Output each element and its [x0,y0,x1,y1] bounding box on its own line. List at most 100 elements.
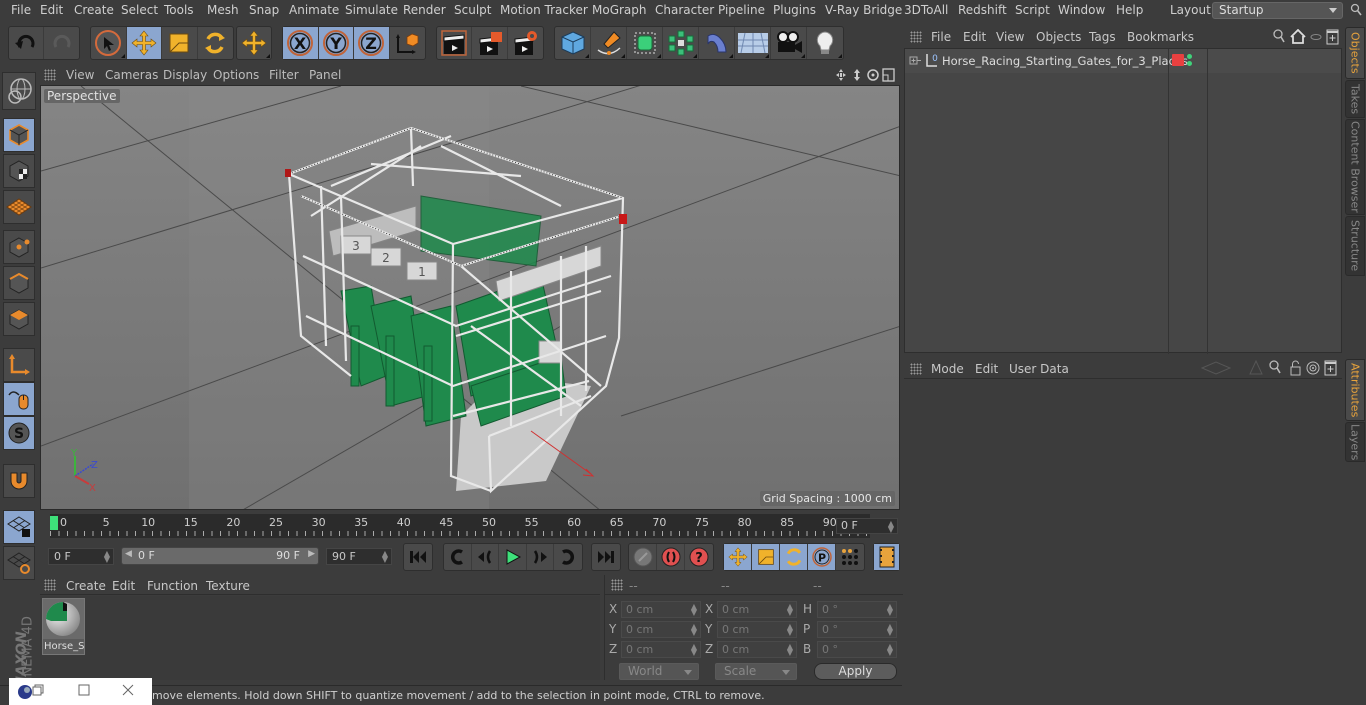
floor-button[interactable] [735,27,771,59]
coord-value-field[interactable]: 0 cm ▲ ▼ [621,601,701,618]
play-button[interactable] [499,544,527,570]
menu-plugins[interactable]: Plugins [773,3,816,17]
render-view-button[interactable] [437,27,473,59]
z-axis-button[interactable]: Z [354,27,390,59]
menu-render[interactable]: Render [403,3,446,17]
menu-snap[interactable]: Snap [249,3,279,17]
camera-label[interactable]: Perspective [44,89,120,103]
edges-mode-button[interactable] [3,266,35,300]
object-menu-view[interactable]: View [996,30,1024,44]
viewport-menu-panel[interactable]: Panel [309,68,341,82]
coordinate-system-button[interactable] [390,27,425,59]
restore-icon[interactable] [32,684,44,696]
attribute-menu-mode[interactable]: Mode [931,362,964,376]
coord-value-field[interactable]: 0 cm ▲ ▼ [717,601,797,618]
viewport-3d[interactable]: 3 2 1 Y Z X Perspective Grid Spacing: 1… [40,85,900,510]
playhead[interactable] [50,516,58,530]
y-axis-button[interactable]: Y [318,27,354,59]
render-picture-viewer-button[interactable] [472,27,508,59]
model-mode-button[interactable] [3,118,35,152]
camera-button[interactable] [771,27,807,59]
tab-content-browser[interactable]: Content Browser [1345,119,1365,215]
texture-mode-button[interactable] [3,154,35,188]
workplane-mode-button[interactable] [3,190,35,224]
recent-tool-button[interactable] [237,27,271,59]
menu-edit[interactable]: Edit [40,3,63,17]
menu-tools[interactable]: Tools [164,3,194,17]
scale-tool-button[interactable] [162,27,198,59]
next-keyframe-button[interactable] [554,544,582,570]
timeline-window-button[interactable] [874,544,899,570]
tab-objects[interactable]: Objects [1345,27,1365,79]
key-position-button[interactable] [724,544,752,570]
menu-3dtoall[interactable]: 3DToAll [904,3,948,17]
coord-value-field[interactable]: 0 cm ▲ ▼ [717,621,797,638]
start-frame-field[interactable]: 0 F ▲ ▼ [48,548,114,565]
coord-space-dropdown[interactable]: World [619,663,699,680]
layer-color-swatch[interactable] [1172,54,1184,66]
coord-value-field[interactable]: 0 ° ▲ ▼ [817,621,897,638]
menu-window[interactable]: Window [1058,3,1105,17]
range-left-arrow-icon[interactable]: ◀ [125,549,132,559]
coord-value-field[interactable]: 0 cm ▲ ▼ [717,641,797,658]
attribute-menu-user-data[interactable]: User Data [1009,362,1069,376]
coord-value-field[interactable]: 0 cm ▲ ▼ [621,621,701,638]
editor-visibility-dot[interactable] [1187,54,1192,59]
coord-mode-dropdown[interactable]: Scale [715,663,797,680]
object-menu-objects[interactable]: Objects [1036,30,1081,44]
menu-mesh[interactable]: Mesh [207,3,239,17]
close-icon[interactable] [122,684,134,696]
goto-end-button[interactable] [592,544,620,570]
motion-record-button[interactable] [629,544,657,570]
object-menu-edit[interactable]: Edit [963,30,986,44]
workplane-lock-button[interactable] [3,510,35,544]
axis-mode-button[interactable] [3,348,35,382]
tab-attributes[interactable]: Attributes [1345,359,1365,421]
end-frame-field[interactable]: 90 F ▲ ▼ [326,548,392,565]
points-mode-button[interactable] [3,230,35,264]
polygons-mode-button[interactable] [3,302,35,336]
light-button[interactable] [807,27,843,59]
viewport-menu-filter[interactable]: Filter [269,68,299,82]
move-tool-button[interactable] [126,27,162,59]
viewport-menu-view[interactable]: View [66,68,94,82]
panel-grip-icon[interactable] [44,69,56,81]
object-menu-bookmarks[interactable]: Bookmarks [1127,30,1194,44]
tweak-mode-button[interactable] [3,382,35,416]
object-name[interactable]: Horse_Racing_Starting_Gates_for_3_Places [942,54,1188,68]
material-menu-texture[interactable]: Texture [206,579,250,593]
prev-keyframe-button[interactable] [444,544,472,570]
menu-animate[interactable]: Animate [289,3,339,17]
render-settings-button[interactable] [508,27,543,59]
deformer-button[interactable] [699,27,735,59]
key-rotation-button[interactable] [780,544,808,570]
key-pla-button[interactable] [836,544,864,570]
object-menu-tags[interactable]: Tags [1089,30,1116,44]
solo-button[interactable]: S [3,416,35,450]
coord-value-field[interactable]: 0 cm ▲ ▼ [621,641,701,658]
menu-character[interactable]: Character [655,3,714,17]
keyframe-help-button[interactable]: ? [685,544,713,570]
tab-layers[interactable]: Layers [1345,422,1365,462]
x-axis-button[interactable]: X [283,27,319,59]
make-editable-button[interactable] [2,72,36,110]
panel-grip-icon[interactable] [910,363,922,375]
workplane-align-button[interactable] [3,546,35,580]
live-selection-button[interactable] [91,27,127,59]
rotate-tool-button[interactable] [198,27,233,59]
cube-button[interactable] [555,27,591,59]
attribute-menu-edit[interactable]: Edit [975,362,998,376]
layout-dropdown[interactable]: Startup [1212,2,1343,19]
key-parameter-button[interactable]: P [808,544,836,570]
next-frame-button[interactable] [527,544,555,570]
coord-value-field[interactable]: 0 ° ▲ ▼ [817,601,897,618]
menu-help[interactable]: Help [1116,3,1143,17]
goto-start-button[interactable] [404,544,432,570]
menu-script[interactable]: Script [1015,3,1050,17]
range-right-arrow-icon[interactable]: ▶ [308,549,315,559]
maximize-icon[interactable] [78,684,90,696]
menu-simulate[interactable]: Simulate [345,3,398,17]
panel-grip-icon[interactable] [44,579,56,591]
panel-grip-icon[interactable] [611,579,623,591]
menu-redshift[interactable]: Redshift [958,3,1007,17]
